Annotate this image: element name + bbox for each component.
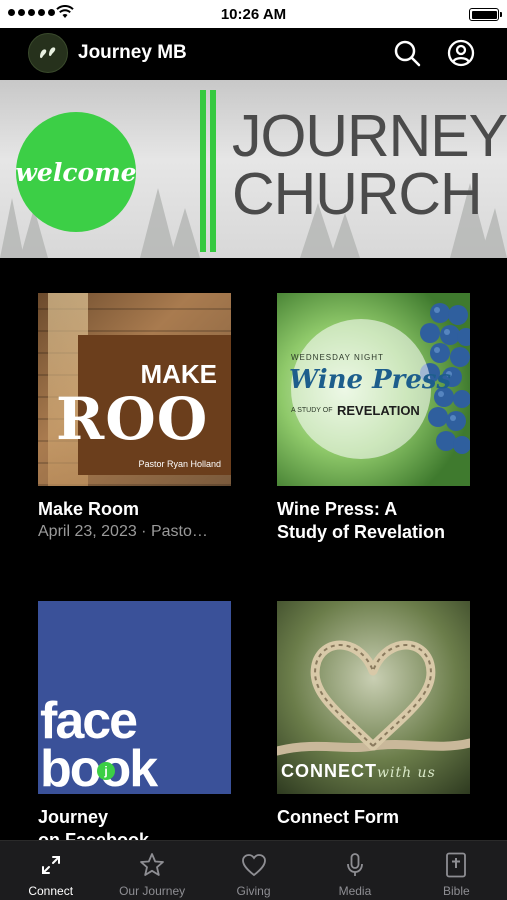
search-icon — [394, 40, 421, 67]
tab-label: Media — [338, 884, 372, 898]
content-tile-wine-press[interactable]: WEDNESDAY NIGHT Wine Press A STUDY OF RE… — [277, 293, 470, 544]
make-room-art-word2: ROO — [56, 385, 209, 453]
status-bar: 10:26 AM — [0, 0, 507, 28]
content-tile-connect-form[interactable]: CONNECTwith us Connect Form — [277, 601, 470, 829]
wine-press-art-script: Wine Press — [289, 365, 452, 395]
connect-form-thumbnail: CONNECTwith us — [277, 601, 470, 794]
tab-label: Bible — [442, 884, 470, 898]
tab-label: Connect — [28, 884, 74, 898]
microphone-icon — [347, 853, 363, 876]
app-header: Journey MB — [0, 28, 507, 80]
wine-press-thumbnail: WEDNESDAY NIGHT Wine Press A STUDY OF RE… — [277, 293, 470, 486]
status-time: 10:26 AM — [220, 6, 287, 23]
tab-media[interactable]: Media — [304, 841, 405, 900]
welcome-text: welcome — [15, 157, 137, 187]
content-tile-make-room[interactable]: MAKE ROO Pastor Ryan Holland Make Room A… — [38, 293, 231, 543]
wine-press-art-study: A STUDY OF — [291, 407, 333, 414]
make-room-art-credit: Pastor Ryan Holland — [138, 459, 221, 469]
bottom-tab-bar: Connect Our Journey Giving Media Bible — [0, 840, 507, 900]
tile-title-line1: Wine Press: A — [277, 499, 398, 519]
wine-press-art-rev: REVELATION — [337, 403, 420, 418]
banner-divider — [210, 90, 216, 252]
expand-arrows-icon — [41, 856, 60, 874]
connect-art-word: CONNECTwith us — [281, 761, 436, 782]
welcome-badge: welcome — [15, 112, 137, 232]
app-title: Journey MB — [78, 42, 187, 63]
banner-title-line2: CHURCH — [232, 161, 483, 227]
tab-giving[interactable]: Giving — [203, 841, 304, 900]
tab-label: Giving — [236, 884, 271, 898]
tile-title: Wine Press: A Study of Revelation — [277, 498, 470, 544]
tile-title: Connect Form — [277, 807, 400, 827]
user-account-icon — [447, 39, 475, 67]
search-button[interactable] — [392, 38, 422, 68]
tile-title-line1: Journey — [38, 807, 109, 827]
connect-art-script: with us — [377, 765, 436, 781]
banner-title: JOURNEY CHURCH — [232, 103, 507, 227]
tab-our-journey[interactable]: Our Journey — [101, 841, 202, 900]
banner-divider — [200, 90, 206, 252]
star-icon — [140, 853, 165, 876]
connect-art-word-main: CONNECT — [281, 761, 377, 781]
tile-title-line2: Study of Revelation — [277, 522, 446, 542]
welcome-banner: welcome JOURNEY CHURCH — [0, 80, 507, 258]
journey-badge-icon: j — [97, 762, 115, 780]
bible-icon — [446, 852, 467, 878]
banner-title-line1: JOURNEY — [232, 103, 507, 169]
tile-subtitle: April 23, 2023 · Pasto… — [38, 523, 208, 540]
heart-icon — [241, 854, 266, 877]
facebook-thumbnail: face book j — [38, 601, 231, 794]
footprints-icon — [40, 47, 56, 59]
app-logo[interactable] — [28, 33, 68, 73]
tile-title: Make Room — [38, 499, 140, 519]
make-room-thumbnail: MAKE ROO Pastor Ryan Holland — [38, 293, 231, 486]
tab-connect[interactable]: Connect — [0, 841, 101, 900]
tab-label: Our Journey — [119, 884, 186, 898]
wine-press-art-top: WEDNESDAY NIGHT — [291, 353, 384, 362]
tab-bible[interactable]: Bible — [406, 841, 507, 900]
account-button[interactable] — [446, 38, 476, 68]
battery-icon — [469, 8, 502, 21]
content-tile-facebook[interactable]: face book j Journey on Facebook — [38, 601, 231, 852]
